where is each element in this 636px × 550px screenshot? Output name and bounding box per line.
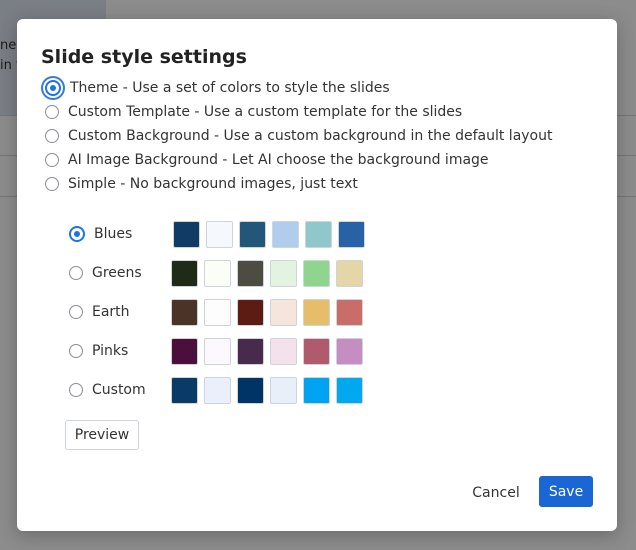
style-radio[interactable] bbox=[45, 129, 59, 143]
color-swatch bbox=[237, 298, 264, 326]
color-swatch bbox=[270, 376, 297, 404]
theme-row-earth[interactable]: Earth bbox=[69, 298, 363, 326]
slide-style-dialog: Slide style settings Theme - Use a set o… bbox=[17, 19, 617, 531]
theme-radio[interactable] bbox=[69, 226, 85, 242]
color-swatch bbox=[270, 337, 297, 365]
color-swatch bbox=[204, 259, 231, 287]
color-swatch bbox=[270, 259, 297, 287]
dialog-title: Slide style settings bbox=[41, 46, 247, 68]
color-swatch bbox=[206, 220, 233, 248]
theme-label: Custom bbox=[92, 382, 146, 398]
style-radio[interactable] bbox=[45, 80, 61, 96]
cancel-button[interactable]: Cancel bbox=[466, 478, 526, 508]
style-radio[interactable] bbox=[45, 105, 59, 119]
color-swatch bbox=[272, 220, 299, 248]
color-swatch bbox=[237, 337, 264, 365]
style-option-label: Simple - No background images, just text bbox=[68, 176, 358, 192]
theme-row-greens[interactable]: Greens bbox=[69, 259, 363, 287]
color-swatch bbox=[303, 337, 330, 365]
style-option-simple[interactable]: Simple - No background images, just text bbox=[45, 173, 358, 195]
color-swatches bbox=[173, 220, 365, 248]
color-swatch bbox=[171, 337, 198, 365]
color-swatch bbox=[239, 220, 266, 248]
color-swatch bbox=[336, 298, 363, 326]
color-swatch bbox=[303, 298, 330, 326]
color-swatch bbox=[204, 376, 231, 404]
theme-label: Earth bbox=[92, 304, 130, 320]
color-swatch bbox=[173, 220, 200, 248]
style-option-ai-image-background[interactable]: AI Image Background - Let AI choose the … bbox=[45, 149, 489, 171]
color-swatch bbox=[305, 220, 332, 248]
style-radio[interactable] bbox=[45, 177, 59, 191]
style-option-theme[interactable]: Theme - Use a set of colors to style the… bbox=[45, 77, 390, 99]
theme-row-pinks[interactable]: Pinks bbox=[69, 337, 363, 365]
preview-button[interactable]: Preview bbox=[65, 420, 139, 450]
theme-label: Blues bbox=[94, 226, 133, 242]
color-swatches bbox=[171, 298, 363, 326]
style-option-custom-background[interactable]: Custom Background - Use a custom backgro… bbox=[45, 125, 552, 147]
color-swatch bbox=[204, 298, 231, 326]
theme-radio[interactable] bbox=[69, 266, 83, 280]
color-swatch bbox=[171, 298, 198, 326]
theme-radio[interactable] bbox=[69, 344, 83, 358]
color-swatch bbox=[338, 220, 365, 248]
theme-label: Pinks bbox=[92, 343, 129, 359]
color-swatch bbox=[204, 337, 231, 365]
style-option-label: Theme - Use a set of colors to style the… bbox=[70, 80, 390, 96]
color-swatch bbox=[303, 259, 330, 287]
color-swatch bbox=[270, 298, 297, 326]
theme-row-custom[interactable]: Custom bbox=[69, 376, 363, 404]
theme-radio[interactable] bbox=[69, 383, 83, 397]
color-swatch bbox=[237, 259, 264, 287]
style-option-label: Custom Template - Use a custom template … bbox=[68, 104, 463, 120]
color-swatches bbox=[171, 259, 363, 287]
theme-label: Greens bbox=[92, 265, 142, 281]
save-button[interactable]: Save bbox=[539, 476, 593, 507]
color-swatch bbox=[171, 376, 198, 404]
style-radio[interactable] bbox=[45, 153, 59, 167]
theme-radio[interactable] bbox=[69, 305, 83, 319]
color-swatch bbox=[336, 376, 363, 404]
style-option-label: AI Image Background - Let AI choose the … bbox=[68, 152, 489, 168]
color-swatches bbox=[171, 337, 363, 365]
color-swatch bbox=[336, 337, 363, 365]
style-option-custom-template[interactable]: Custom Template - Use a custom template … bbox=[45, 101, 462, 123]
theme-row-blues[interactable]: Blues bbox=[69, 220, 365, 248]
color-swatch bbox=[336, 259, 363, 287]
color-swatch bbox=[237, 376, 264, 404]
style-option-label: Custom Background - Use a custom backgro… bbox=[68, 128, 553, 144]
color-swatch bbox=[171, 259, 198, 287]
color-swatches bbox=[171, 376, 363, 404]
color-swatch bbox=[303, 376, 330, 404]
